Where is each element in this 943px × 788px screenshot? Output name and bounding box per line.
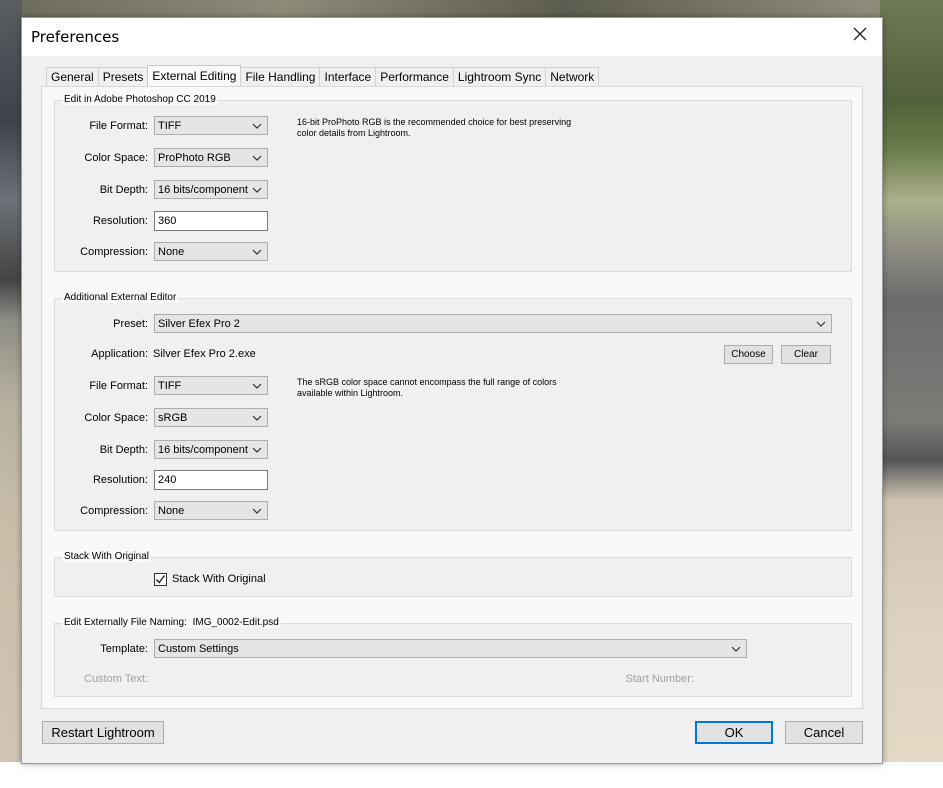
additional-compression-select[interactable]: None (154, 501, 268, 520)
chevron-down-icon (252, 249, 262, 255)
bit-depth-value: 16 bits/component (158, 444, 248, 456)
photoshop-note: 16-bit ProPhoto RGB is the recommended c… (297, 117, 572, 138)
compression-value: None (158, 246, 185, 258)
template-value: Custom Settings (158, 643, 239, 655)
checkmark-icon (155, 575, 166, 584)
tab-external-editing[interactable]: External Editing (147, 65, 242, 87)
chevron-down-icon (251, 441, 263, 458)
chevron-down-icon (252, 155, 262, 161)
tab-presets[interactable]: Presets (97, 67, 149, 87)
dialog-title: Preferences (31, 28, 120, 46)
bit-depth-value: 16 bits/component (158, 184, 248, 196)
background-photo-right (880, 0, 943, 788)
clear-button[interactable]: Clear (781, 345, 831, 364)
file-naming-legend: Edit Externally File Naming: IMG_0002-Ed… (62, 617, 281, 628)
chevron-down-icon (252, 383, 262, 389)
title-bar: Preferences (22, 18, 882, 56)
template-select[interactable]: Custom Settings (154, 639, 747, 658)
additional-color-space-select[interactable]: sRGB (154, 408, 268, 427)
color-space-label: Color Space: (84, 152, 148, 164)
start-number-label: Start Number: (625, 673, 694, 685)
tab-general[interactable]: General (46, 67, 99, 87)
preferences-dialog: Preferences General Presets External Edi… (21, 17, 883, 764)
compression-select[interactable]: None (154, 242, 268, 261)
preset-label: Preset: (113, 318, 148, 330)
chevron-down-icon (816, 321, 826, 327)
tab-performance[interactable]: Performance (375, 67, 454, 87)
ok-button[interactable]: OK (695, 721, 773, 744)
additional-bit-depth-select[interactable]: 16 bits/component (154, 440, 268, 459)
chevron-down-icon (251, 181, 263, 198)
bit-depth-label: Bit Depth: (99, 184, 148, 196)
bit-depth-label: Bit Depth: (99, 444, 148, 456)
color-space-select[interactable]: ProPhoto RGB (154, 148, 268, 167)
file-format-label: File Format: (89, 120, 148, 132)
file-format-label: File Format: (89, 380, 148, 392)
chevron-down-icon (252, 123, 262, 129)
stack-group-legend: Stack With Original (62, 551, 152, 562)
file-format-value: TIFF (158, 120, 182, 132)
photoshop-group-legend: Edit in Adobe Photoshop CC 2019 (62, 94, 218, 105)
chevron-down-icon (252, 508, 262, 514)
compression-value: None (158, 505, 185, 517)
choose-button[interactable]: Choose (724, 345, 773, 364)
additional-note: The sRGB color space cannot encompass th… (297, 377, 557, 398)
color-space-value: ProPhoto RGB (158, 152, 231, 164)
color-space-label: Color Space: (84, 412, 148, 424)
compression-label: Compression: (80, 505, 148, 517)
additional-resolution-input[interactable]: 240 (154, 470, 268, 490)
stack-with-original-label[interactable]: Stack With Original (172, 573, 266, 585)
file-naming-example: IMG_0002-Edit.psd (192, 617, 279, 628)
application-value: Silver Efex Pro 2.exe (153, 348, 256, 360)
file-naming-group (54, 623, 852, 697)
chevron-down-icon (731, 646, 741, 652)
file-format-select[interactable]: TIFF (154, 116, 268, 135)
additional-file-format-select[interactable]: TIFF (154, 376, 268, 395)
tab-file-handling[interactable]: File Handling (240, 67, 321, 87)
additional-editor-legend: Additional External Editor (62, 292, 179, 303)
external-editing-panel: Edit in Adobe Photoshop CC 2019 File For… (41, 86, 863, 709)
tab-interface[interactable]: Interface (319, 67, 377, 87)
tab-strip: General Presets External Editing File Ha… (46, 65, 600, 87)
background-bottom (0, 762, 943, 788)
chevron-down-icon (252, 415, 262, 421)
tab-network[interactable]: Network (545, 67, 600, 87)
resolution-label: Resolution: (92, 215, 148, 227)
background-photo-left (0, 0, 22, 788)
cancel-button[interactable]: Cancel (785, 721, 863, 744)
bit-depth-select[interactable]: 16 bits/component (154, 180, 268, 199)
preset-select[interactable]: Silver Efex Pro 2 (154, 314, 832, 333)
custom-text-label: Custom Text: (84, 673, 148, 685)
color-space-value: sRGB (158, 412, 188, 424)
resolution-input[interactable]: 360 (154, 211, 268, 231)
template-label: Template: (100, 643, 148, 655)
close-icon[interactable] (850, 26, 870, 46)
tab-lightroom-sync[interactable]: Lightroom Sync (452, 67, 547, 87)
file-naming-legend-label: Edit Externally File Naming: (64, 617, 187, 628)
compression-label: Compression: (80, 246, 148, 258)
resolution-label: Resolution: (92, 474, 148, 486)
stack-with-original-checkbox[interactable] (154, 573, 167, 586)
restart-lightroom-button[interactable]: Restart Lightroom (42, 721, 164, 744)
file-format-value: TIFF (158, 380, 182, 392)
preset-value: Silver Efex Pro 2 (158, 318, 240, 330)
application-label: Application: (91, 348, 148, 360)
